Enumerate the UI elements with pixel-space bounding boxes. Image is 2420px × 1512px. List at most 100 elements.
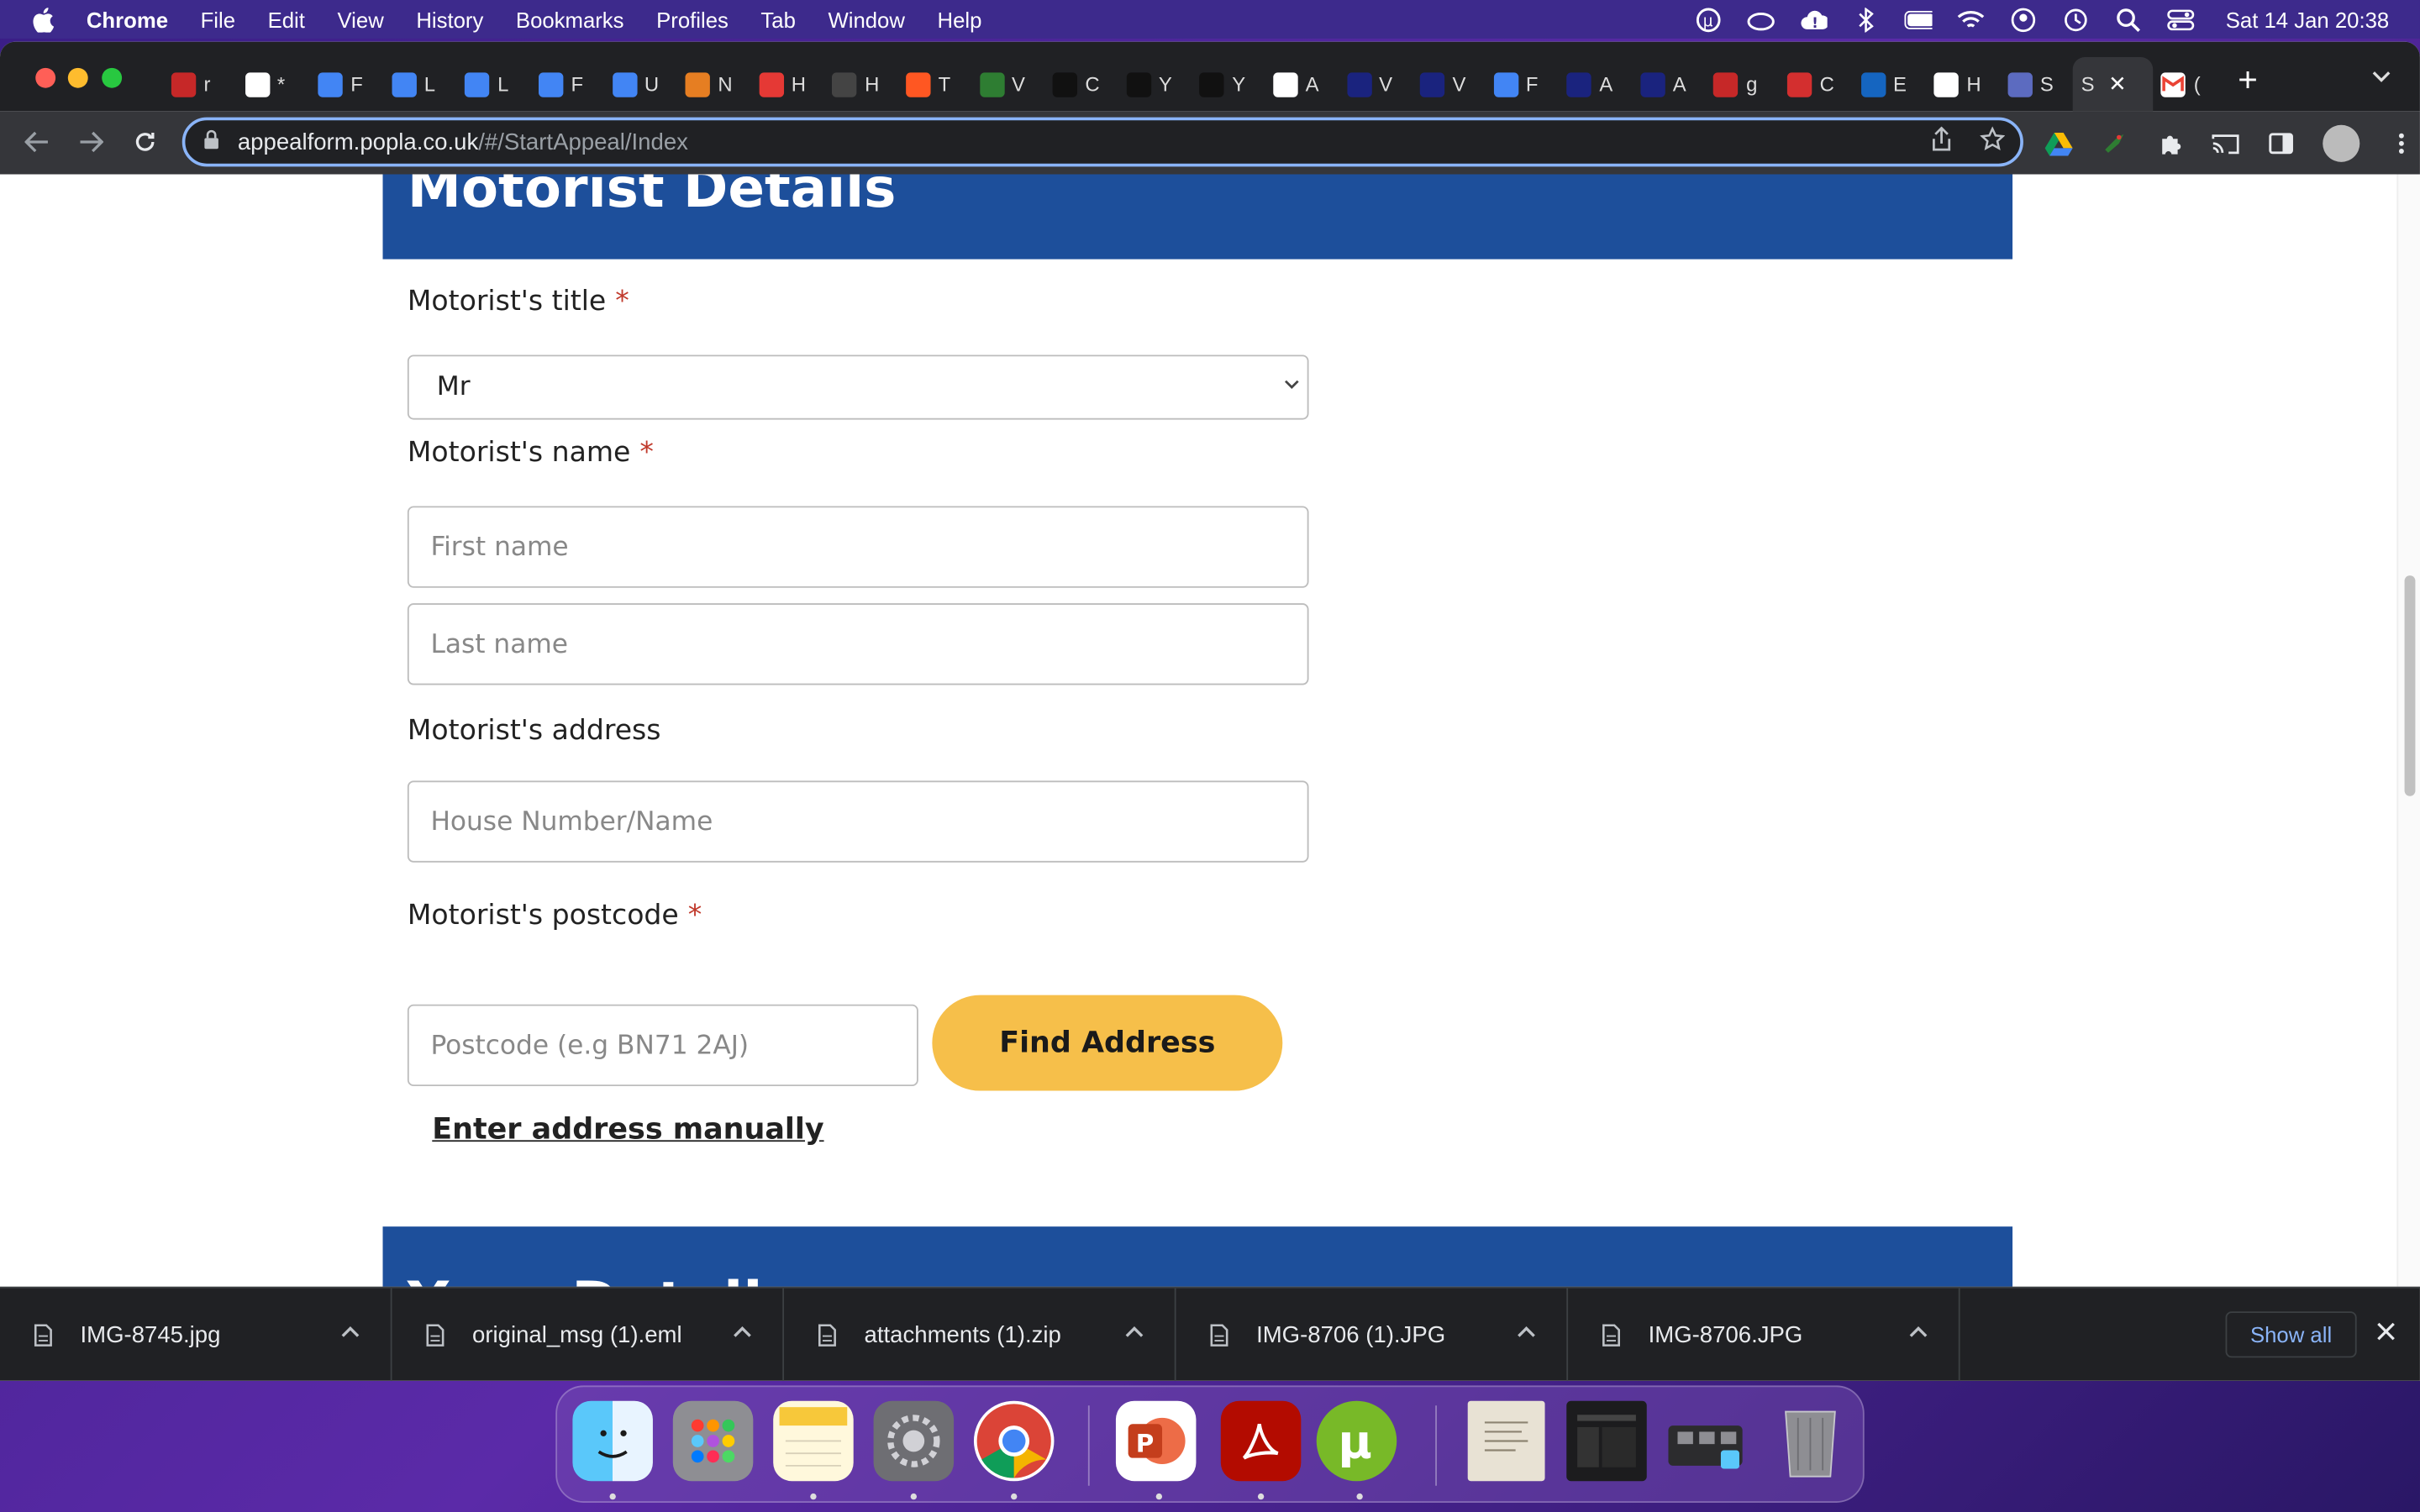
launchpad-icon[interactable] [672,1400,754,1482]
hummingbird-extension-icon[interactable] [2101,129,2128,157]
browser-tab[interactable]: V [1339,57,1412,111]
chevron-up-icon[interactable] [1125,1319,1144,1342]
last-name-input[interactable]: Last name [407,603,1309,685]
new-tab-button[interactable]: + [2238,62,2258,96]
menu-window[interactable]: Window [828,7,904,31]
menubar-clock[interactable]: Sat 14 Jan 20:38 [2226,7,2389,31]
browser-tab[interactable]: V [1413,57,1486,111]
first-name-input[interactable]: First name [407,506,1309,588]
enter-address-manually-link[interactable]: Enter address manually [432,1112,823,1146]
spotlight-search-icon[interactable] [2115,7,2143,32]
share-icon[interactable] [1931,126,1953,160]
bluetooth-icon[interactable] [1852,7,1880,32]
chrome-icon[interactable] [973,1400,1055,1482]
browser-tab[interactable]: L [457,57,530,111]
chevron-up-icon[interactable] [1517,1319,1535,1342]
chevron-up-icon[interactable] [733,1319,751,1342]
browser-tab[interactable]: E [1853,57,1926,111]
menu-file[interactable]: File [201,7,235,31]
chevron-up-icon[interactable] [341,1319,360,1342]
browser-tab[interactable]: ( [2154,57,2227,111]
wifi-icon[interactable] [1957,7,1985,31]
browser-tab[interactable]: * [237,57,310,111]
browser-tab[interactable]: F [531,57,604,111]
browser-tab[interactable]: g [1706,57,1779,111]
extensions-puzzle-icon[interactable] [2156,129,2184,157]
acrobat-icon[interactable] [1220,1400,1302,1482]
back-arrow-icon[interactable] [18,123,55,160]
powerpoint-icon[interactable]: P [1115,1400,1197,1482]
address-bar[interactable]: appealform.popla.co.uk /#/StartAppeal/In… [182,117,2023,167]
creative-cloud-icon[interactable] [1747,7,1776,31]
browser-tab[interactable]: Y [1192,57,1265,111]
menu-view[interactable]: View [337,7,383,31]
page-scrollbar[interactable] [2396,174,2420,1287]
browser-tab[interactable]: Y [1118,57,1192,111]
folder-stack[interactable] [1665,1401,1746,1482]
house-number-input[interactable]: House Number/Name [407,780,1309,863]
browser-tab[interactable]: V [971,57,1044,111]
chrome-menu-icon[interactable] [2387,129,2415,157]
postcode-input[interactable]: Postcode (e.g BN71 2AJ) [407,1004,918,1087]
screenshot-thumbnail[interactable] [1566,1400,1647,1482]
browser-tab[interactable]: H [824,57,897,111]
reload-icon[interactable] [127,123,164,160]
browser-tab[interactable]: U [604,57,677,111]
forward-arrow-icon[interactable] [72,123,109,160]
browser-tab[interactable]: C [1045,57,1118,111]
find-address-button[interactable]: Find Address [932,995,1283,1091]
maximize-window-button[interactable] [102,67,123,88]
menu-tab[interactable]: Tab [760,7,795,31]
google-drive-icon[interactable] [2044,129,2073,157]
close-tab-icon[interactable]: ✕ [2108,71,2127,97]
browser-tab[interactable]: T [898,57,971,111]
menu-history[interactable]: History [416,7,483,31]
show-all-downloads-button[interactable]: Show all [2225,1311,2357,1358]
browser-tab[interactable]: H [751,57,824,111]
cloud-alert-icon[interactable]: ! [1800,7,1828,31]
download-item[interactable]: original_msg (1).eml [392,1288,785,1381]
menu-edit[interactable]: Edit [268,7,305,31]
control-center-icon[interactable] [2167,7,2195,31]
chevron-up-icon[interactable] [1909,1319,1928,1342]
scrollbar-thumb[interactable] [2404,575,2416,796]
browser-tab[interactable]: N [678,57,751,111]
close-window-button[interactable] [35,67,56,88]
browser-tab[interactable]: A [1633,57,1706,111]
browser-tab[interactable]: F [1486,57,1559,111]
menu-app-name[interactable]: Chrome [87,7,168,31]
tab-search-chevron-icon[interactable] [2372,66,2391,88]
finder-icon[interactable] [572,1400,653,1482]
time-machine-icon[interactable] [2062,7,2090,31]
download-item[interactable]: IMG-8706.JPG [1568,1288,1960,1381]
menu-help[interactable]: Help [938,7,982,31]
minimize-window-button[interactable] [67,67,88,88]
download-item[interactable]: IMG-8745.jpg [0,1288,392,1381]
menu-bookmarks[interactable]: Bookmarks [516,7,624,31]
close-icon[interactable] [2377,1316,2396,1349]
system-settings-icon[interactable] [873,1400,955,1482]
notes-icon[interactable] [773,1400,854,1482]
download-item[interactable]: IMG-8706 (1).JPG [1176,1288,1569,1381]
user-account-icon[interactable] [2010,7,2038,32]
document-thumbnail[interactable] [1467,1400,1545,1482]
trash-icon[interactable] [1770,1401,1851,1482]
browser-tab[interactable]: A [1265,57,1339,111]
apple-menu-icon[interactable] [31,7,55,32]
lock-icon[interactable] [203,129,218,154]
browser-tab[interactable]: A [1560,57,1633,111]
browser-tab[interactable]: F [311,57,384,111]
utorrent-icon[interactable]: μ [1316,1400,1397,1482]
browser-tab[interactable]: r [164,57,237,111]
side-panel-icon[interactable] [2267,129,2295,157]
browser-tab[interactable]: S [2000,57,2073,111]
utorrent-status-icon[interactable]: μ [1695,7,1723,32]
cast-icon[interactable] [2212,129,2239,157]
battery-icon[interactable] [1904,7,1933,31]
browser-tab[interactable]: C [1780,57,1853,111]
download-item[interactable]: attachments (1).zip [784,1288,1176,1381]
profile-avatar[interactable] [2323,124,2360,162]
bookmark-star-icon[interactable] [1979,126,2006,160]
motorist-title-select[interactable]: Mr [407,354,1309,420]
browser-tab[interactable]: H [1927,57,2000,111]
